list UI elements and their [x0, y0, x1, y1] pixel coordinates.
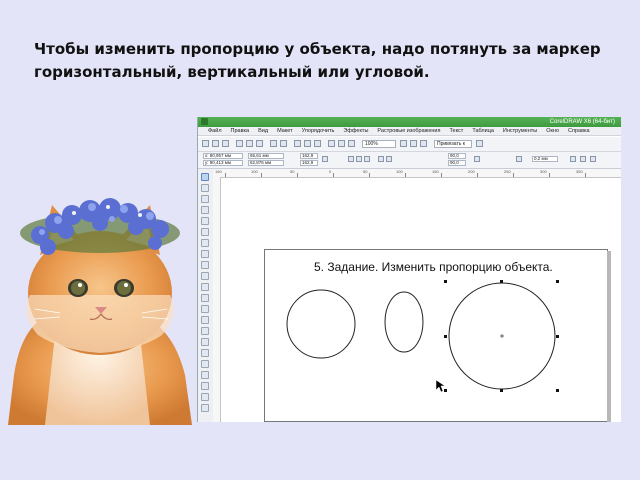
instruction-line-1: Чтобы изменить пропорцию у объекта, надо… — [34, 40, 601, 58]
vertically-stretched-ellipse[interactable] — [384, 291, 424, 353]
handle-top-right[interactable] — [556, 280, 559, 283]
handle-middle-right[interactable] — [556, 335, 559, 338]
kitten-with-flower-wreath-image — [8, 198, 192, 425]
coreldraw-window: CorelDRAW X6 (64-бит) Файл Правка Вид Ма… — [197, 117, 621, 422]
instruction-line-2: горизонтальный, вертикальный или угловой… — [34, 63, 430, 81]
handle-bottom-center[interactable] — [500, 389, 503, 392]
instruction-heading: Чтобы изменить пропорцию у объекта, надо… — [34, 38, 634, 84]
handle-top-left[interactable] — [444, 280, 447, 283]
handle-top-center[interactable] — [500, 280, 503, 283]
original-circle[interactable] — [286, 289, 356, 359]
handle-middle-left[interactable] — [444, 335, 447, 338]
center-marker — [500, 334, 504, 338]
handle-bottom-left[interactable] — [444, 389, 447, 392]
handle-bottom-right[interactable] — [556, 389, 559, 392]
mouse-pointer-icon — [435, 379, 446, 393]
drawing-layer — [286, 280, 559, 393]
